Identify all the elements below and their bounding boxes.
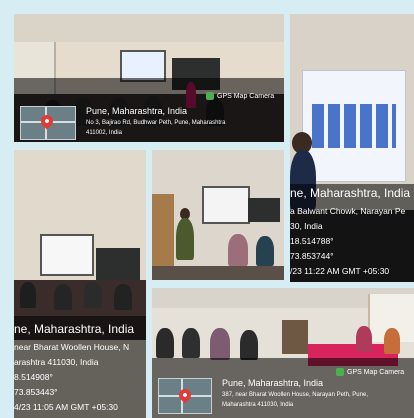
photo-female-speaker (152, 150, 284, 280)
address-line: 387, near Bharat Woollen House, Narayan … (222, 392, 368, 398)
gps-map-camera-badge: GPS Map Camera (336, 368, 404, 376)
photo-seminar: ne, Maharashtra, India near Bharat Wooll… (14, 150, 146, 418)
location-title: Pune, Maharashtra, India (222, 378, 324, 388)
timestamp: 4/23 11:05 AM GMT +05:30 (14, 402, 118, 412)
address-line: arashtra 411030, India (14, 357, 99, 367)
audience-member (54, 284, 72, 310)
door (152, 194, 174, 270)
latitude: 18.514788° (290, 236, 334, 246)
student (228, 234, 248, 266)
badge-label: GPS Map Camera (217, 92, 275, 100)
projector-screen (202, 186, 250, 224)
photo-classroom-projector: GPS Map Camera Pune, Maharashtra, India … (14, 14, 284, 142)
map-thumbnail (158, 378, 212, 414)
panelist (384, 328, 400, 354)
address-line: 411002, India (86, 130, 122, 136)
longitude: 73.853744° (290, 251, 334, 261)
address-line: No 3, Bajirao Rd, Budhwar Peth, Pune, Ma… (86, 120, 226, 126)
location-title: ne, Maharashtra, India (14, 322, 135, 336)
collage-frame: GPS Map Camera Pune, Maharashtra, India … (0, 0, 414, 418)
gps-map-camera-badge: GPS Map Camera (206, 92, 274, 100)
audience-member (20, 282, 36, 308)
blackboard (96, 248, 140, 282)
timestamp: /23 11:22 AM GMT +05:30 (290, 266, 390, 276)
photo-panel-discussion: GPS Map Camera Pune, Maharashtra, India … (152, 288, 414, 418)
photo-speaker-slide: ne, Maharashtra, India a Balwant Chowk, … (290, 14, 414, 282)
longitude: 73.853443° (14, 387, 58, 397)
address-line: near Bharat Woollen House, N (14, 342, 130, 352)
podium (282, 320, 308, 354)
student (256, 236, 274, 266)
blackboard (248, 198, 280, 222)
badge-label: GPS Map Camera (347, 368, 405, 376)
audience-member (182, 328, 200, 358)
address-line: a Balwant Chowk, Narayan Pe (290, 206, 406, 216)
map-pin-icon (176, 386, 194, 404)
audience-member (84, 282, 102, 308)
audience-member (114, 284, 132, 310)
address-line: 30, India (290, 221, 323, 231)
audience-member (210, 328, 230, 360)
gps-camera-icon (336, 368, 344, 376)
location-title: ne, Maharashtra, India (290, 186, 411, 200)
address-line: Maharashtra 411030, India (222, 402, 294, 408)
desk (152, 266, 284, 280)
projector-screen (40, 234, 94, 276)
speaker (176, 218, 194, 260)
audience-member (156, 328, 174, 358)
ceiling (14, 14, 284, 42)
slide-tiles (312, 104, 396, 148)
map-pin-icon (38, 112, 56, 130)
location-title: Pune, Maharashtra, India (86, 106, 188, 116)
latitude: 8.514908° (14, 372, 53, 382)
audience-member (240, 330, 258, 360)
panelist (356, 326, 372, 352)
map-thumbnail (20, 106, 76, 140)
gps-camera-icon (206, 92, 214, 100)
